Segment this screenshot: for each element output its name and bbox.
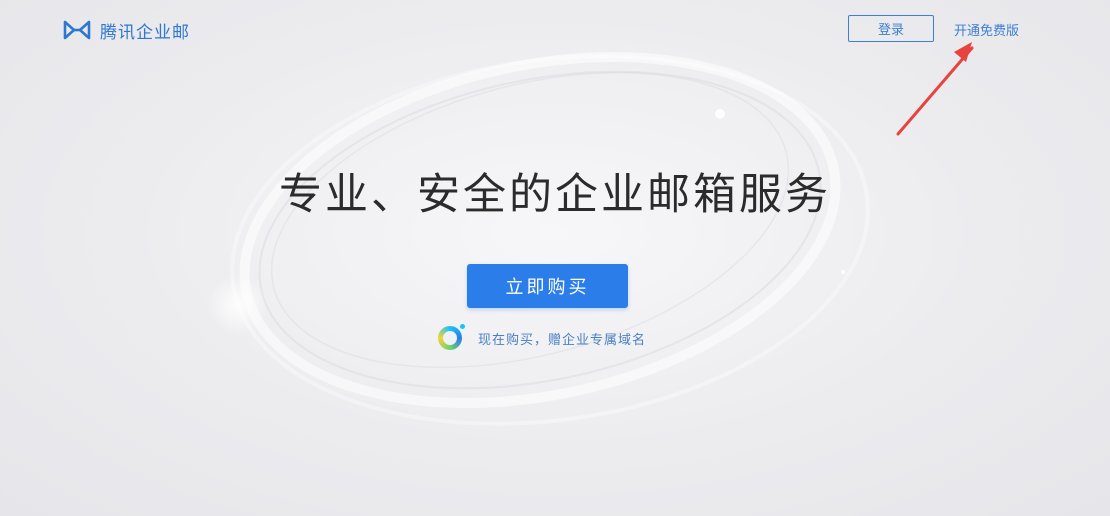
domain-badge-icon bbox=[438, 324, 465, 350]
brand-logo[interactable]: 腾讯企业邮 bbox=[62, 16, 190, 44]
buy-now-button[interactable]: 立即购买 bbox=[467, 264, 628, 308]
free-trial-link[interactable]: 开通免费版 bbox=[954, 20, 1019, 39]
login-button[interactable]: 登录 bbox=[848, 15, 934, 42]
red-arrow-icon bbox=[896, 42, 974, 136]
landing-page: 腾讯企业邮 登录 开通免费版 专业、安全的企业邮箱服务 立即购买 现在购买，赠企… bbox=[0, 0, 1110, 516]
badge-dot bbox=[460, 324, 465, 329]
background-rings bbox=[208, 51, 870, 426]
hero-title: 专业、安全的企业邮箱服务 bbox=[279, 170, 831, 220]
tencent-exmail-logo-icon bbox=[63, 20, 91, 40]
promo-line: 现在购买，赠企业专属域名 bbox=[438, 324, 647, 350]
promo-text: 现在购买，赠企业专属域名 bbox=[478, 332, 647, 348]
brand-name: 腾讯企业邮 bbox=[100, 22, 190, 43]
